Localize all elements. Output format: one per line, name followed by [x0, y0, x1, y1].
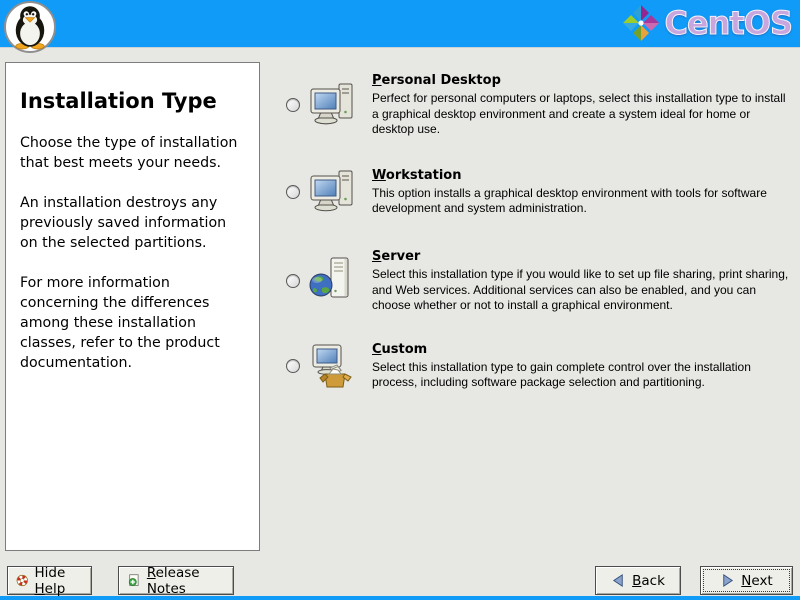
- desktop-computer-icon: [308, 80, 358, 130]
- arrow-right-icon: [720, 573, 735, 588]
- brand-text: CentOS: [664, 4, 792, 42]
- desktop-computer-icon: [308, 167, 358, 217]
- tux-penguin-icon: [8, 4, 52, 50]
- option-custom[interactable]: Custom Select this installation type to …: [286, 341, 794, 391]
- option-description: This option installs a graphical desktop…: [372, 186, 794, 217]
- radio-personal-desktop[interactable]: [286, 98, 300, 112]
- centos-star-icon: [621, 3, 661, 43]
- server-globe-icon: [308, 256, 358, 306]
- option-description: Select this installation type to gain co…: [372, 360, 794, 391]
- option-text: Custom Select this installation type to …: [372, 342, 794, 391]
- installer-window: CentOS Installation Type Choose the type…: [0, 0, 800, 600]
- next-button[interactable]: Next: [700, 566, 793, 595]
- tux-badge: [4, 1, 56, 53]
- help-paragraph: For more information concerning the diff…: [20, 273, 245, 373]
- option-description: Select this installation type if you wou…: [372, 267, 794, 314]
- release-notes-label: Release Notes: [147, 565, 225, 597]
- option-text: Workstation This option installs a graph…: [372, 168, 794, 217]
- lifesaver-icon: [16, 572, 29, 589]
- header-bar: CentOS: [0, 0, 800, 48]
- option-label: Server: [372, 249, 794, 264]
- help-panel: Installation Type Choose the type of ins…: [5, 62, 260, 551]
- option-label: Custom: [372, 342, 794, 357]
- computer-box-icon: [308, 341, 358, 391]
- option-label: Workstation: [372, 168, 794, 183]
- release-notes-page-icon: [127, 572, 141, 589]
- page-title: Installation Type: [20, 89, 245, 113]
- brand: CentOS: [621, 3, 792, 43]
- option-text: Personal Desktop Perfect for personal co…: [372, 73, 794, 138]
- hide-help-button[interactable]: Hide Help: [7, 566, 92, 595]
- option-workstation[interactable]: Workstation This option installs a graph…: [286, 167, 794, 217]
- option-label: Personal Desktop: [372, 73, 794, 88]
- arrow-left-icon: [611, 573, 626, 588]
- option-text: Server Select this installation type if …: [372, 249, 794, 314]
- radio-workstation[interactable]: [286, 185, 300, 199]
- help-paragraph: An installation destroys any previously …: [20, 193, 245, 253]
- next-label: Next: [741, 573, 772, 589]
- back-button[interactable]: Back: [595, 566, 681, 595]
- radio-server[interactable]: [286, 274, 300, 288]
- option-server[interactable]: Server Select this installation type if …: [286, 249, 794, 314]
- back-label: Back: [632, 573, 665, 589]
- bottom-accent-strip: [0, 596, 800, 600]
- help-paragraph: Choose the type of installation that bes…: [20, 133, 245, 173]
- option-personal-desktop[interactable]: Personal Desktop Perfect for personal co…: [286, 73, 794, 138]
- hide-help-label: Hide Help: [35, 565, 83, 597]
- radio-custom[interactable]: [286, 359, 300, 373]
- release-notes-button[interactable]: Release Notes: [118, 566, 234, 595]
- option-description: Perfect for personal computers or laptop…: [372, 91, 794, 138]
